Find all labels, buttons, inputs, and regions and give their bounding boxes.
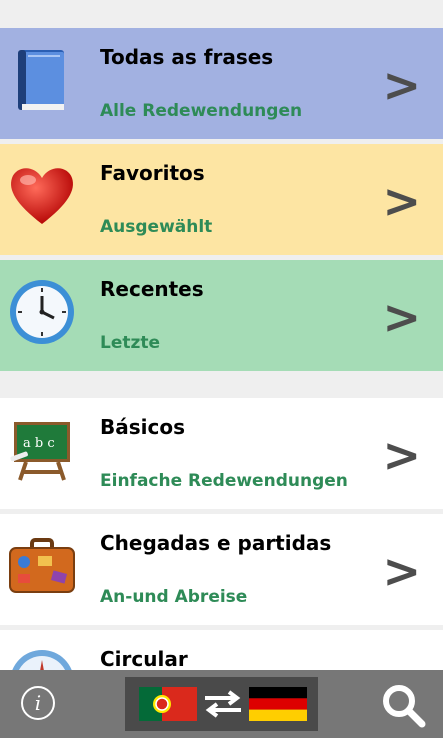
category-row-all-phrases[interactable]: Todas as frases Alle Redewendungen > [0, 28, 443, 139]
suitcase-icon [9, 538, 75, 593]
category-title: Todas as frases [100, 45, 274, 69]
svg-text:a b c: a b c [23, 436, 55, 451]
category-row-circular[interactable]: Circular > [0, 630, 443, 670]
chevron-right-icon: > [382, 544, 421, 598]
category-row-favorites[interactable]: Favoritos Ausgewählt > [0, 144, 443, 255]
compass-icon [12, 650, 72, 670]
category-subtitle: Alle Redewendungen [100, 101, 303, 121]
bottom-app-bar: i [0, 670, 443, 738]
chalkboard-icon: a b c [10, 422, 70, 481]
clock-icon [10, 280, 74, 344]
portugal-flag-icon [139, 687, 197, 721]
search-icon[interactable] [380, 682, 426, 728]
chevron-right-icon: > [382, 290, 421, 344]
category-title: Circular [100, 647, 188, 670]
germany-flag-icon [249, 687, 307, 721]
category-title: Básicos [100, 415, 185, 439]
category-subtitle: Letzte [100, 333, 161, 353]
book-icon [18, 50, 64, 110]
chevron-right-icon: > [382, 428, 421, 482]
language-switch-button[interactable] [125, 677, 318, 731]
chevron-right-icon: > [382, 174, 421, 228]
category-title: Favoritos [100, 161, 205, 185]
info-icon[interactable]: i [21, 686, 55, 720]
category-row-recent[interactable]: Recentes Letzte > [0, 260, 443, 371]
category-row-arrivals-departures[interactable]: Chegadas e partidas An-und Abreise > [0, 514, 443, 625]
heart-icon [11, 168, 73, 224]
category-row-basics[interactable]: a b c Básicos Einfache Redewendungen > [0, 398, 443, 509]
category-subtitle: Einfache Redewendungen [100, 471, 348, 491]
category-title: Chegadas e partidas [100, 531, 332, 555]
category-subtitle: An-und Abreise [100, 587, 248, 607]
chevron-right-icon: > [382, 58, 421, 112]
swap-arrows-icon [205, 690, 241, 718]
category-subtitle: Ausgewählt [100, 217, 213, 237]
phrase-category-list: Todas as frases Alle Redewendungen > Fav… [0, 0, 443, 670]
category-title: Recentes [100, 277, 204, 301]
